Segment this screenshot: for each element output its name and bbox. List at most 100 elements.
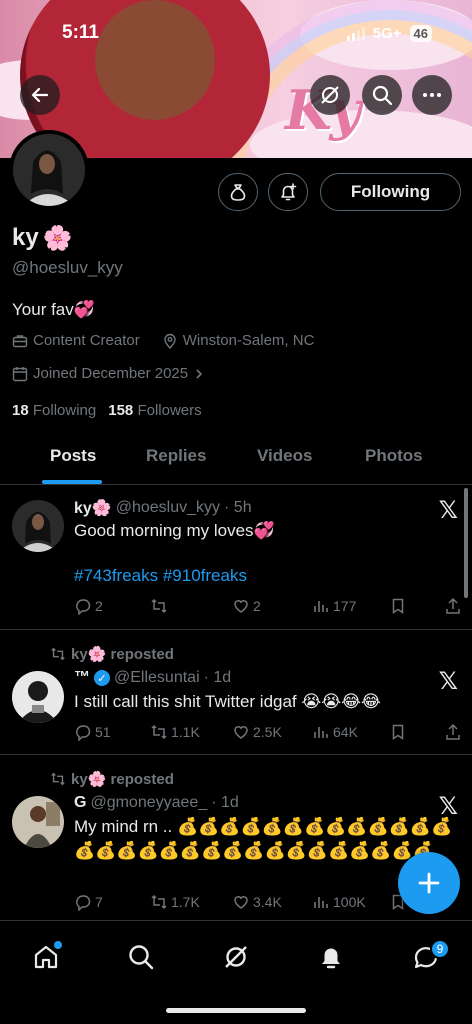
avatar-photo [12,671,64,723]
repost-icon [51,772,65,786]
post-hashtags[interactable]: #743freaks #910freaks [74,566,247,586]
reply-button[interactable]: 2 [74,597,103,615]
compose-button[interactable] [398,852,460,914]
following-button[interactable]: Following [320,173,461,211]
post-author-handle[interactable]: @hoesluv_kyy [116,499,220,517]
profile-location: Winston-Salem, NC [182,332,315,349]
nav-messages[interactable]: 9 [406,937,450,977]
nav-home[interactable] [26,937,66,977]
messages-badge: 9 [430,939,450,959]
post-timestamp: · 5h [224,499,252,516]
reply-button[interactable]: 7 [74,893,103,911]
post-actions: 51 1.1K 2.5K 64K [74,723,464,743]
post-author-name[interactable]: ™ [74,669,90,687]
post-author-handle[interactable]: @gmoneyyaee_ [90,794,207,812]
search-icon [372,85,393,106]
post-author-name[interactable]: G [74,794,86,812]
profile-category: Content Creator [33,332,140,349]
views-icon [314,897,328,908]
chevron-right-icon [196,368,203,379]
reply-icon [76,599,91,615]
grok-button[interactable] [310,75,350,115]
views-button[interactable]: 64K [312,723,358,741]
bookmark-button[interactable] [389,597,407,615]
post-header: G @gmoneyyaee_ · 1d [74,794,239,812]
reply-icon [76,725,91,741]
x-logo-icon: 𝕏 [438,667,458,695]
calendar-icon [12,366,28,381]
repost-button[interactable]: 1.1K [150,723,200,741]
share-button[interactable] [444,597,462,615]
repost-count: 1.1K [171,724,200,740]
money-bag-icon [230,184,246,201]
post-author-handle[interactable]: @Ellesuntai [114,669,200,687]
verified-badge-icon: ✓ [94,670,110,686]
post-author-avatar[interactable] [12,796,64,848]
bookmark-icon [392,724,404,740]
post-author-avatar[interactable] [12,671,64,723]
profile-name-emoji: 🌸 [42,224,73,252]
repost-indicator: ky🌸 reposted [50,645,174,663]
nav-notifications[interactable] [311,937,351,977]
share-icon [446,597,460,614]
back-button[interactable] [20,75,60,115]
like-count: 3.4K [253,894,282,910]
view-count: 100K [333,894,366,910]
post-author-avatar[interactable] [12,500,64,552]
post-item[interactable]: ky🌸 @hoesluv_kyy · 5h 𝕏 Good morning my … [0,486,472,630]
notifications-button[interactable] [268,173,308,211]
repost-button[interactable] [150,597,171,615]
plus-icon [418,872,440,894]
followers-stat[interactable]: 158 Followers [108,402,201,419]
repost-label: ky🌸 reposted [71,646,174,663]
tip-button[interactable] [218,173,258,211]
post-header: ky🌸 @hoesluv_kyy · 5h [74,498,252,518]
active-tab-indicator [42,480,102,484]
reply-count: 51 [95,724,111,740]
tab-replies[interactable]: Replies [146,446,206,466]
post-text: My mind rn .. 💰💰💰💰💰💰💰💰💰💰💰💰💰💰💰💰💰💰💰💰💰💰💰💰💰💰… [74,817,453,860]
reply-count: 2 [95,598,103,614]
following-stat[interactable]: 18 Following [12,402,96,419]
profile-joined: Joined December 2025 [33,365,189,382]
profile-tabs: Posts Replies Videos Photos [0,440,472,485]
nav-search[interactable] [121,937,161,977]
search-button[interactable] [362,75,402,115]
following-label: Following [32,402,97,419]
briefcase-icon [12,334,28,347]
tab-photos[interactable]: Photos [365,446,423,466]
followers-label: Followers [137,402,202,419]
reply-icon [76,895,91,911]
like-button[interactable]: 3.4K [232,893,282,911]
profile-handle: @hoesluv_kyy [12,258,123,277]
avatar-photo [12,796,64,848]
repost-button[interactable]: 1.7K [150,893,200,911]
repost-icon [151,724,167,740]
like-button[interactable]: 2.5K [232,723,282,741]
post-timestamp: · 1d [211,794,239,811]
reply-button[interactable]: 51 [74,723,111,741]
home-indicator[interactable] [166,1008,306,1013]
bookmark-button[interactable] [389,723,407,741]
repost-icon [151,894,167,910]
like-button[interactable]: 2 [232,597,261,615]
reply-count: 7 [95,894,103,910]
tab-videos[interactable]: Videos [257,446,312,466]
profile-joined-row[interactable]: Joined December 2025 [12,365,205,382]
signal-icon [346,26,365,41]
heart-icon [234,896,248,909]
post-item[interactable]: ky🌸 reposted ™ ✓ @Ellesuntai · 1d 𝕏 I st… [0,631,472,755]
share-button[interactable] [444,723,462,741]
views-icon [314,727,328,738]
views-button[interactable]: 100K [312,893,366,911]
post-author-name[interactable]: ky🌸 [74,498,112,518]
status-time: 5:11 [62,22,99,43]
tab-posts[interactable]: Posts [50,446,96,466]
post-text: I still call this shit Twitter idgaf 😭😭😂… [74,692,381,711]
view-count: 64K [333,724,358,740]
profile-avatar[interactable] [9,130,89,210]
nav-grok[interactable] [216,937,256,977]
more-options-button[interactable] [412,75,452,115]
views-button[interactable]: 177 [312,597,356,615]
followers-count: 158 [108,402,134,419]
